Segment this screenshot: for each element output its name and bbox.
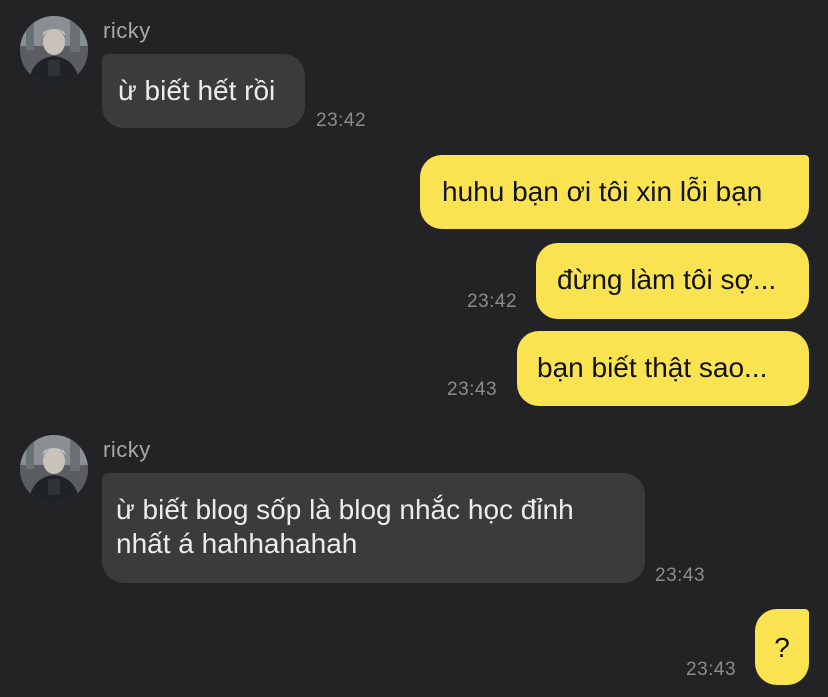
message-timestamp: 23:43 [447,379,498,400]
message-timestamp: 23:43 [655,565,706,586]
avatar-photo-icon [20,16,88,84]
message-text: bạn biết thật sao... [537,352,768,383]
outgoing-message-bubble[interactable]: đừng làm tôi sợ... [536,243,809,319]
outgoing-message-bubble[interactable]: ? [755,609,809,685]
message-timestamp: 23:42 [467,291,518,312]
avatar-photo-icon [20,435,88,503]
incoming-message-bubble[interactable]: ừ biết hết rồi [102,54,305,128]
outgoing-message-bubble[interactable]: huhu bạn ơi tôi xin lỗi bạn [420,155,809,229]
message-text: huhu bạn ơi tôi xin lỗi bạn [442,176,763,207]
sender-avatar[interactable] [20,16,88,84]
message-text: ? [774,632,790,663]
message-timestamp: 23:43 [686,659,737,680]
message-text: ừ biết hết rồi [118,75,276,106]
incoming-message-bubble[interactable]: ừ biết blog sốp là blog nhắc học đỉnh nh… [102,473,645,583]
sender-name: ricky [103,437,151,462]
message-text: đừng làm tôi sợ... [557,264,777,295]
sender-name: ricky [103,18,151,43]
message-text: ừ biết blog sốp là blog nhắc học đỉnh nh… [116,494,574,559]
sender-avatar[interactable] [20,435,88,503]
outgoing-message-bubble[interactable]: bạn biết thật sao... [517,331,809,406]
message-timestamp: 23:42 [316,110,367,131]
